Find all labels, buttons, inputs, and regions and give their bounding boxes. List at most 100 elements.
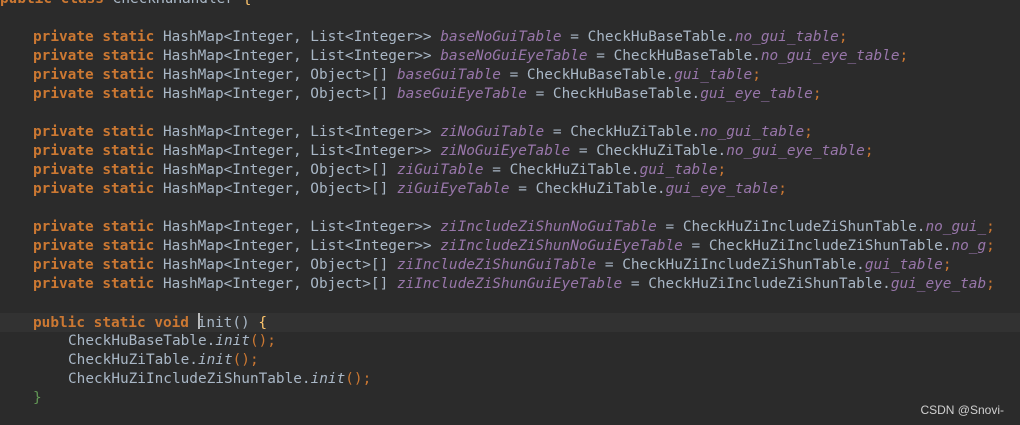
field-declaration-line[interactable]: private static HashMap<Integer, Object>[…: [0, 66, 1020, 85]
assign-operator: =: [552, 124, 562, 140]
source-field: no_g: [951, 238, 987, 254]
type-hashmap: HashMap<Integer,: [162, 143, 311, 159]
assign-operator: =: [665, 219, 675, 235]
method-signature-line[interactable]: public static void init() {: [0, 313, 1020, 332]
close-brace-line[interactable]: }: [0, 389, 1020, 408]
type-hashmap: HashMap<Integer,: [162, 257, 311, 273]
source-class: CheckHuBaseTable.: [552, 86, 701, 102]
call-parens: ();: [232, 352, 259, 368]
keyword-static: static: [102, 48, 155, 64]
source-class: CheckHuZiTable.: [570, 124, 701, 140]
type-hashmap: HashMap<Integer,: [162, 124, 311, 140]
type-value: List<Integer>>: [310, 238, 432, 254]
blank-line[interactable]: [0, 199, 1020, 218]
type-hashmap: HashMap<Integer,: [162, 67, 311, 83]
field-name: baseNoGuiEyeTable: [440, 48, 588, 64]
keyword-private: private: [33, 48, 94, 64]
type-hashmap: HashMap<Integer,: [162, 29, 311, 45]
blank-line[interactable]: [0, 104, 1020, 123]
assign-operator: =: [570, 29, 579, 45]
call-parens: ();: [249, 333, 276, 349]
keyword-private: private: [33, 238, 94, 254]
code-lines: public class CheckHuHandler { private sta…: [0, 0, 1020, 408]
semicolon: ;: [778, 181, 787, 197]
type-hashmap: HashMap<Integer,: [162, 86, 311, 102]
source-field: gui_eye_tab: [890, 276, 987, 292]
field-name: ziIncludeZiShunGuiEyeTable: [396, 276, 623, 292]
source-class: CheckHuZiIncludeZiShunTable.: [648, 276, 891, 292]
type-value: Object>[]: [310, 276, 389, 292]
field-declaration-line[interactable]: private static HashMap<Integer, Object>[…: [0, 85, 1020, 104]
blank-line[interactable]: [0, 294, 1020, 313]
call-method: init: [197, 352, 233, 368]
field-name: baseGuiEyeTable: [396, 86, 527, 102]
call-class: CheckHuBaseTable.: [68, 333, 216, 349]
source-field: no_gui_eye_table: [726, 143, 865, 159]
blank-line[interactable]: [0, 9, 1020, 28]
keyword-static: static: [102, 162, 155, 178]
field-declaration-line[interactable]: private static HashMap<Integer, Object>[…: [0, 275, 1020, 294]
semicolon: ;: [986, 219, 995, 235]
semicolon: ;: [986, 276, 995, 292]
code-editor[interactable]: public class CheckHuHandler { private sta…: [0, 0, 1020, 425]
keyword-public: public: [33, 315, 85, 331]
type-value: List<Integer>>: [310, 124, 432, 140]
semicolon: ;: [812, 86, 822, 102]
source-field: gui_table: [864, 257, 943, 273]
field-declaration-line[interactable]: private static HashMap<Integer, Object>[…: [0, 161, 1020, 180]
assign-operator: =: [596, 48, 605, 64]
keyword-private: private: [33, 276, 94, 292]
method-call-line[interactable]: CheckHuZiIncludeZiShunTable.init();: [0, 370, 1020, 389]
semicolon: ;: [804, 124, 813, 140]
assign-operator: =: [509, 67, 519, 83]
keyword-private: private: [33, 86, 94, 102]
method-call-line[interactable]: CheckHuBaseTable.init();: [0, 332, 1020, 351]
type-value: Object>[]: [310, 67, 389, 83]
field-name: ziIncludeZiShunNoGuiEyeTable: [440, 238, 683, 254]
assign-operator: =: [691, 238, 701, 254]
semicolon: ;: [899, 48, 909, 64]
semicolon: ;: [864, 143, 874, 159]
type-hashmap: HashMap<Integer,: [162, 219, 311, 235]
field-declaration-line[interactable]: private static HashMap<Integer, List<Int…: [0, 28, 1020, 47]
type-value: Object>[]: [310, 86, 389, 102]
assign-operator: =: [535, 86, 545, 102]
assign-operator: =: [630, 276, 640, 292]
field-declaration-line[interactable]: private static HashMap<Integer, List<Int…: [0, 123, 1020, 142]
keyword-class: class: [61, 0, 104, 7]
source-field: gui_eye_table: [700, 86, 813, 102]
type-hashmap: HashMap<Integer,: [162, 162, 311, 178]
source-class: CheckHuBaseTable.: [526, 67, 675, 83]
keyword-private: private: [33, 181, 94, 197]
keyword-static: static: [102, 238, 155, 254]
keyword-static: static: [102, 86, 155, 102]
keyword-static: static: [93, 315, 146, 331]
field-name: ziIncludeZiShunNoGuiTable: [440, 219, 657, 235]
field-declaration-line[interactable]: private static HashMap<Integer, Object>[…: [0, 180, 1020, 199]
method-name-first-char: i: [197, 315, 207, 331]
class-header-line[interactable]: public class CheckHuHandler {: [0, 0, 1020, 9]
field-declaration-line[interactable]: private static HashMap<Integer, List<Int…: [0, 142, 1020, 161]
field-name: baseNoGuiTable: [440, 29, 562, 45]
type-value: Object>[]: [310, 181, 389, 197]
source-field: gui_eye_table: [665, 181, 779, 197]
method-name-rest: nit: [206, 315, 233, 331]
assign-operator: =: [604, 257, 614, 273]
keyword-private: private: [33, 257, 94, 273]
assign-operator: =: [518, 181, 527, 197]
class-name: CheckHuHandler: [113, 0, 234, 7]
field-declaration-line[interactable]: private static HashMap<Integer, List<Int…: [0, 47, 1020, 66]
field-declaration-line[interactable]: private static HashMap<Integer, Object>[…: [0, 256, 1020, 275]
type-value: Object>[]: [310, 257, 389, 273]
open-brace: {: [258, 315, 267, 331]
source-class: CheckHuZiTable.: [596, 143, 727, 159]
source-field: no_gui_table: [734, 29, 839, 45]
field-declaration-line[interactable]: private static HashMap<Integer, List<Int…: [0, 237, 1020, 256]
semicolon: ;: [942, 257, 952, 273]
type-value: List<Integer>>: [310, 219, 432, 235]
field-declaration-line[interactable]: private static HashMap<Integer, List<Int…: [0, 218, 1020, 237]
source-field: gui_table: [674, 67, 753, 83]
source-class: CheckHuZiIncludeZiShunTable.: [622, 257, 865, 273]
method-call-line[interactable]: CheckHuZiTable.init();: [0, 351, 1020, 370]
keyword-static: static: [102, 181, 155, 197]
